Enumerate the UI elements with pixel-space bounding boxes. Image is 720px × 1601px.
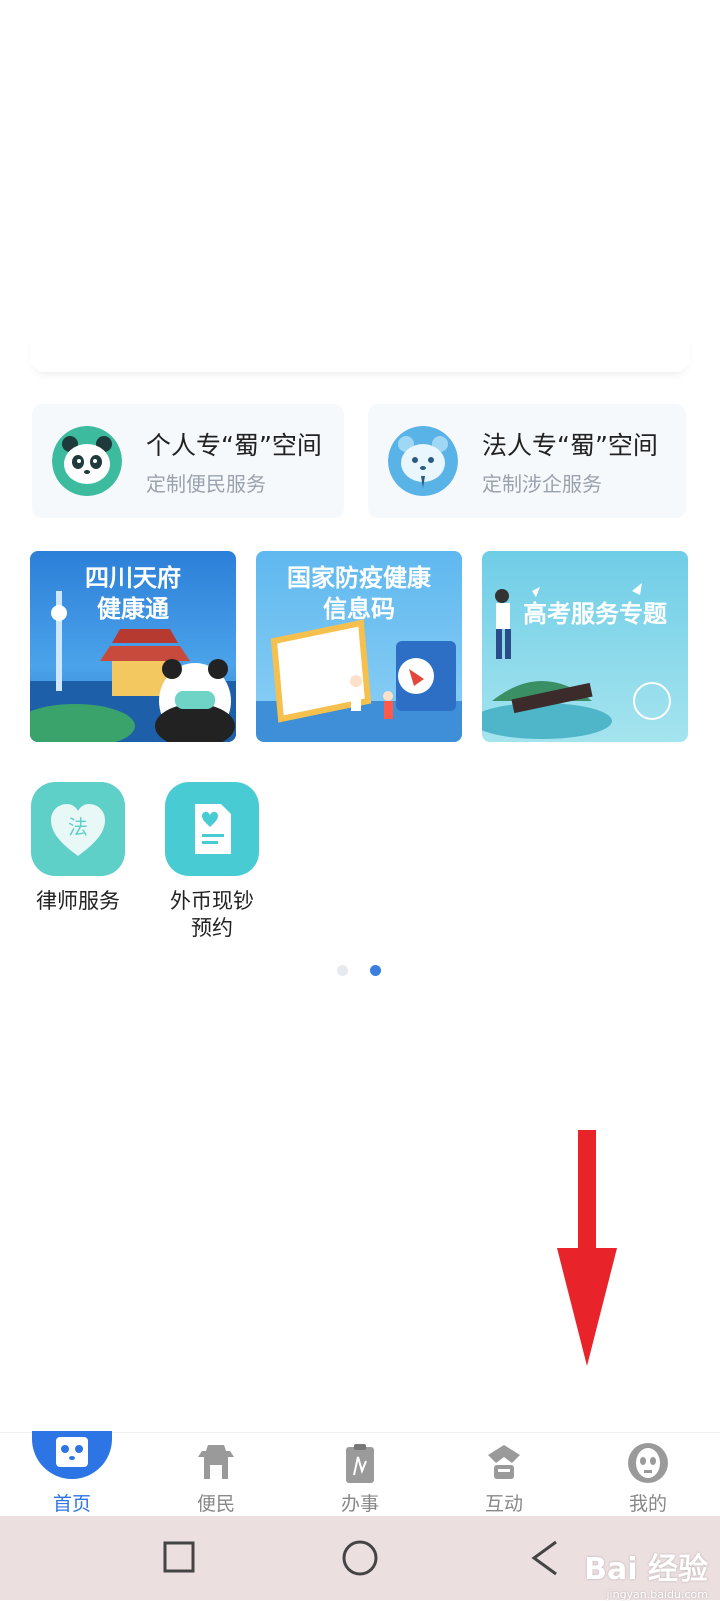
page-dot-2-active[interactable] [370, 965, 381, 976]
corporate-space-title: 法人专“蜀”空间 [482, 431, 658, 460]
tab-affairs[interactable]: 办事 [288, 1433, 432, 1517]
home-circle-icon[interactable] [338, 1516, 382, 1600]
pagoda-icon [198, 1445, 234, 1479]
tab-interact[interactable]: 互动 [432, 1433, 576, 1517]
home-panda-icon [32, 1431, 112, 1479]
foreign-cash-label: 外币现钞 预约 [170, 889, 254, 940]
recent-apps-icon[interactable] [160, 1516, 200, 1600]
epidemic-code-banner[interactable]: 国家防疫健康 信息码 [256, 551, 462, 742]
tab-affairs-label: 办事 [340, 1493, 379, 1515]
red-arrow-annotation [557, 1130, 617, 1366]
tab-interact-label: 互动 [484, 1493, 523, 1515]
personal-space-card[interactable]: 个人专“蜀”空间 定制便民服务 [32, 404, 344, 518]
tab-mine-label: 我的 [628, 1493, 667, 1515]
gaokao-banner[interactable]: 高考服务专题 [482, 551, 688, 742]
foreign-cash-service[interactable]: 外币现钞 预约 [152, 782, 272, 942]
document-heart-icon [165, 782, 259, 876]
top-blank-area [0, 0, 720, 350]
law-icon-text: 法 [68, 815, 88, 839]
tab-mine[interactable]: 我的 [576, 1433, 720, 1517]
system-nav-bar: Bai 经验 jingyan.baidu.com [0, 1516, 720, 1601]
lawyer-service-label: 律师服务 [36, 889, 120, 913]
profile-mask-icon [628, 1443, 668, 1483]
interact-icon [488, 1445, 520, 1479]
law-heart-icon: 法 [31, 782, 125, 876]
top-card-edge [30, 330, 690, 372]
tab-convenience-label: 便民 [196, 1493, 235, 1515]
corporate-space-subtitle: 定制涉企服务 [482, 472, 602, 496]
tab-home[interactable]: 首页 [0, 1431, 144, 1517]
health-pass-title: 四川天府 健康通 [85, 564, 181, 623]
health-pass-banner[interactable]: 四川天府 健康通 [30, 551, 236, 742]
tab-convenience[interactable]: 便民 [144, 1433, 288, 1517]
watermark-text: Bai 经验 [584, 1552, 708, 1587]
watermark-url: jingyan.baidu.com [606, 1588, 708, 1601]
corporate-space-card[interactable]: 法人专“蜀”空间 定制涉企服务 [368, 404, 686, 518]
back-triangle-icon[interactable] [526, 1516, 566, 1600]
page-dot-1[interactable] [337, 965, 348, 976]
baidu-jingyan-watermark: Bai 经验 jingyan.baidu.com [584, 1544, 708, 1601]
personal-space-subtitle: 定制便民服务 [146, 472, 266, 496]
panda-blue-icon [388, 426, 458, 496]
student-illustration [482, 583, 671, 739]
lawyer-service[interactable]: 法 律师服务 [18, 782, 138, 915]
tab-home-label: 首页 [52, 1493, 91, 1515]
bottom-tab-bar: 首页 便民 办事 互动 我的 [0, 1431, 720, 1517]
panda-green-icon [52, 426, 122, 496]
clipboard-icon [346, 1444, 374, 1483]
personal-space-title: 个人专“蜀”空间 [146, 431, 322, 460]
epidemic-code-title: 国家防疫健康 信息码 [287, 564, 431, 623]
gaokao-title: 高考服务专题 [523, 600, 667, 628]
